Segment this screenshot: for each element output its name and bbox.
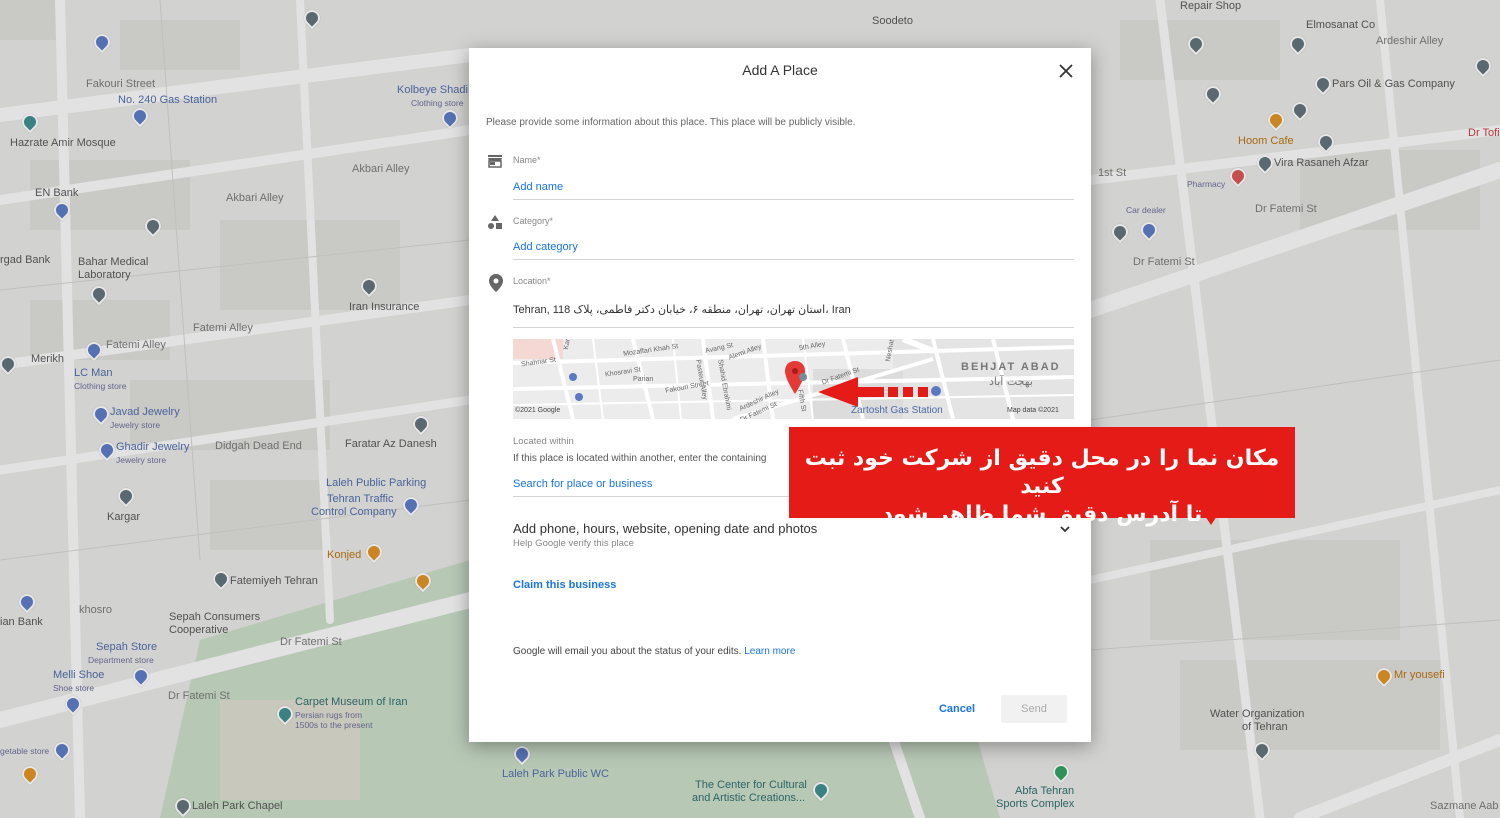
dialog-title: Add A Place [742, 62, 818, 78]
intro-text: Please provide some information about th… [486, 117, 856, 128]
email-note: Google will email you about the status o… [513, 646, 795, 657]
location-underline [513, 327, 1074, 328]
add-place-dialog: Add A Place Please provide some informat… [469, 48, 1091, 742]
mini-map-label: Map data ©2021 [1007, 407, 1059, 414]
cancel-button[interactable]: Cancel [931, 695, 983, 723]
category-icon [487, 214, 505, 232]
name-input[interactable]: Add name [513, 181, 563, 193]
mini-map-label: Parian [633, 376, 654, 383]
mini-map-label: ©2021 Google [515, 407, 561, 414]
located-within-label: Located within [513, 436, 574, 447]
mini-map-label: BEHJAT ABAD [961, 361, 1061, 373]
location-mini-map[interactable]: Kargar Shahriar St Mozaffari Khah St Ava… [513, 339, 1074, 419]
located-within-search-input[interactable]: Search for place or business [513, 478, 652, 490]
store-icon [487, 153, 505, 171]
email-note-text: Google will email you about the status o… [513, 646, 742, 657]
mini-map-label: بهجت آباد [989, 375, 1033, 388]
callout-line-1: مکان نما را در محل دقیق از شرکت خود ثبت … [804, 446, 1280, 499]
close-icon[interactable] [1057, 62, 1075, 80]
more-details-title[interactable]: Add phone, hours, website, opening date … [513, 521, 817, 536]
mini-map-label: Zartosht Gas Station [851, 405, 943, 416]
more-details-subtitle: Help Google verify this place [513, 538, 634, 549]
location-pin-icon [489, 274, 507, 292]
location-input[interactable]: Tehran, استان تهران، تهران، منطقه ۶، خیا… [513, 303, 851, 316]
callout-tail [1205, 516, 1217, 525]
claim-business-link[interactable]: Claim this business [513, 579, 616, 591]
name-underline [513, 199, 1074, 200]
send-button[interactable]: Send [1001, 695, 1067, 723]
name-label: Name* [513, 155, 541, 165]
category-input[interactable]: Add category [513, 241, 578, 253]
located-within-help: If this place is located within another,… [513, 453, 767, 464]
callout-line-2: تا آدرس دقیق شما ظاهر شود [881, 502, 1203, 527]
callout-text: مکان نما را در محل دقیق از شرکت خود ثبت … [789, 445, 1295, 529]
category-underline [513, 259, 1074, 260]
instruction-callout: مکان نما را در محل دقیق از شرکت خود ثبت … [789, 427, 1295, 527]
learn-more-link[interactable]: Learn more [744, 646, 795, 657]
location-label: Location* [513, 276, 551, 286]
category-label: Category* [513, 216, 554, 226]
